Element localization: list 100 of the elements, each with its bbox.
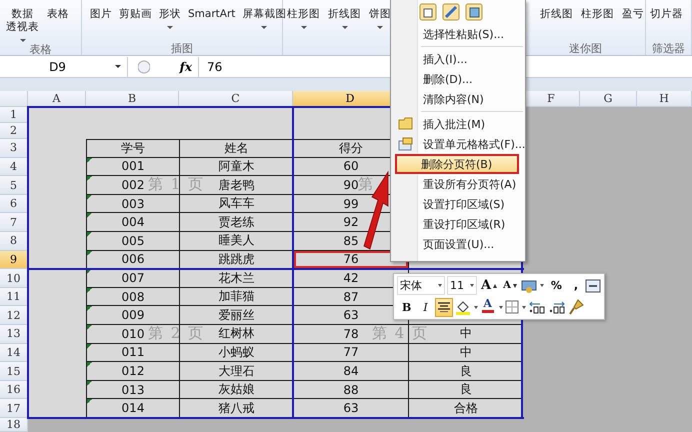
table-cell[interactable]: 合格 [454,400,478,417]
table-cell[interactable]: 灰姑娘 [218,381,254,398]
table-cell[interactable]: 014 [122,401,144,416]
fill-color-icon[interactable] [454,299,471,316]
table-cell[interactable]: 小蚂蚁 [218,344,254,361]
format-painter-icon[interactable] [568,299,584,316]
table-cell[interactable]: 006 [122,252,144,266]
row-header[interactable]: 11 [0,288,28,306]
menu-item[interactable]: 设置单元格格式(F)... [393,134,523,154]
table-cell[interactable]: 013 [122,382,144,397]
table-cell[interactable]: 红树林 [218,325,254,342]
menu-item[interactable]: 重设打印区域(R) [393,214,523,234]
menu-item[interactable]: 设置打印区域(S) [393,194,523,214]
table-cell[interactable]: 001 [122,159,144,174]
row-header[interactable]: 8 [0,232,28,251]
format-button[interactable]: % [546,276,567,296]
italic-button[interactable]: I [418,298,433,317]
table-cell[interactable]: 78 [343,326,359,341]
ribbon-button[interactable]: 形状 [159,3,181,41]
ribbon-button[interactable]: 数据 透视表 [6,3,39,42]
column-header[interactable]: G [580,91,637,108]
table-cell[interactable]: 85 [343,234,359,248]
ribbon-button[interactable]: 切片器 [650,3,683,41]
table-cell[interactable]: 风车车 [218,195,254,212]
row-header[interactable]: 4 [0,158,28,176]
ribbon-button[interactable]: 剪贴画 [119,3,152,41]
table-cell[interactable]: 加菲猫 [218,288,254,306]
table-cell[interactable]: 002 [122,178,144,192]
table-header-cell[interactable]: 得分 [339,140,363,157]
table-cell[interactable]: 009 [122,308,144,322]
font-color-button[interactable]: A [480,298,496,317]
menu-item[interactable]: 删除分页符(B) [395,154,519,174]
table-cell[interactable]: 84 [343,364,359,378]
decrease-decimal-icon[interactable] [548,300,566,314]
row-header[interactable]: 3 [0,139,28,158]
row-header[interactable]: 1 [0,107,28,124]
table-header-cell[interactable]: 姓名 [224,140,248,157]
ribbon-button[interactable]: 图片 [90,3,112,41]
menu-item[interactable]: 重设所有分页符(A) [393,174,523,194]
table-cell[interactable]: 阿童木 [218,158,254,175]
shrink-font-button[interactable]: A [501,276,519,296]
ribbon-button[interactable]: 表格 [47,3,69,42]
table-cell[interactable]: 004 [122,215,144,230]
row-header[interactable]: 18 [0,418,28,432]
row-header[interactable]: 7 [0,213,28,232]
ribbon-button[interactable]: 柱形图 [287,3,320,42]
ribbon-button[interactable]: 折线图 [540,3,573,41]
table-cell[interactable]: 005 [122,234,144,248]
table-cell[interactable]: 010 [122,326,144,341]
paste-icon[interactable] [419,3,437,21]
table-cell[interactable]: 睡美人 [218,232,254,250]
table-cell[interactable]: 77 [343,345,359,360]
column-header[interactable]: A [28,91,86,108]
insert-function-button[interactable]: fx [180,60,192,74]
row-header[interactable]: 10 [0,269,28,288]
center-align-button[interactable] [434,298,453,317]
accounting-icon[interactable] [520,278,537,294]
row-header[interactable]: 6 [0,194,28,214]
table-cell[interactable]: 猪八戒 [218,400,254,417]
table-cell[interactable]: 99 [343,196,359,211]
table-cell[interactable]: 良 [460,362,472,380]
increase-decimal-icon[interactable] [528,300,546,314]
table-cell[interactable]: 007 [122,271,144,286]
merge-center-icon[interactable] [585,278,602,293]
format-button[interactable]: , [568,276,584,296]
table-cell[interactable]: 唐老鸭 [218,176,254,194]
ribbon-button[interactable]: 饼图 [369,3,391,42]
ribbon-button[interactable]: 盈亏 [622,3,644,41]
font-name-dropdown[interactable]: 宋体 [397,276,445,296]
name-box[interactable]: D9 [0,56,128,76]
table-cell[interactable]: 花木兰 [218,270,254,287]
row-header[interactable]: 14 [0,344,28,362]
menu-item[interactable]: 插入批注(M) [393,114,523,134]
page-break-line[interactable] [27,268,524,270]
row-header[interactable]: 2 [0,123,28,140]
column-header[interactable]: B [86,91,179,108]
row-header[interactable]: 15 [0,362,28,381]
bold-button[interactable]: B [397,298,416,317]
dropdown-caret-icon[interactable] [470,284,474,288]
page-break-line[interactable] [27,417,524,420]
dropdown-caret-icon[interactable] [540,284,544,288]
menu-item[interactable]: 选择性粘贴(S)... [393,24,523,44]
row-header[interactable]: 17 [0,399,28,418]
ribbon-button[interactable]: SmartArt [188,3,236,41]
font-size-dropdown[interactable]: 11 [447,276,477,296]
table-cell[interactable]: 60 [343,159,359,174]
table-cell[interactable]: 良 [460,381,472,398]
table-cell[interactable]: 贾老练 [218,214,254,231]
row-header[interactable]: 5 [0,176,28,195]
table-cell[interactable]: 爱丽丝 [218,306,254,324]
table-cell[interactable]: 92 [343,215,359,230]
table-cell[interactable]: 跳跳虎 [218,250,254,268]
table-cell[interactable]: 中 [460,325,472,342]
dropdown-caret-icon[interactable] [474,306,478,309]
borders-icon[interactable] [504,300,519,314]
dropdown-caret-icon[interactable] [522,306,526,309]
table-cell[interactable]: 63 [343,308,359,322]
paste-formulas-icon[interactable] [442,3,460,21]
dropdown-caret-icon[interactable] [438,284,442,288]
column-header[interactable]: C [179,91,293,108]
